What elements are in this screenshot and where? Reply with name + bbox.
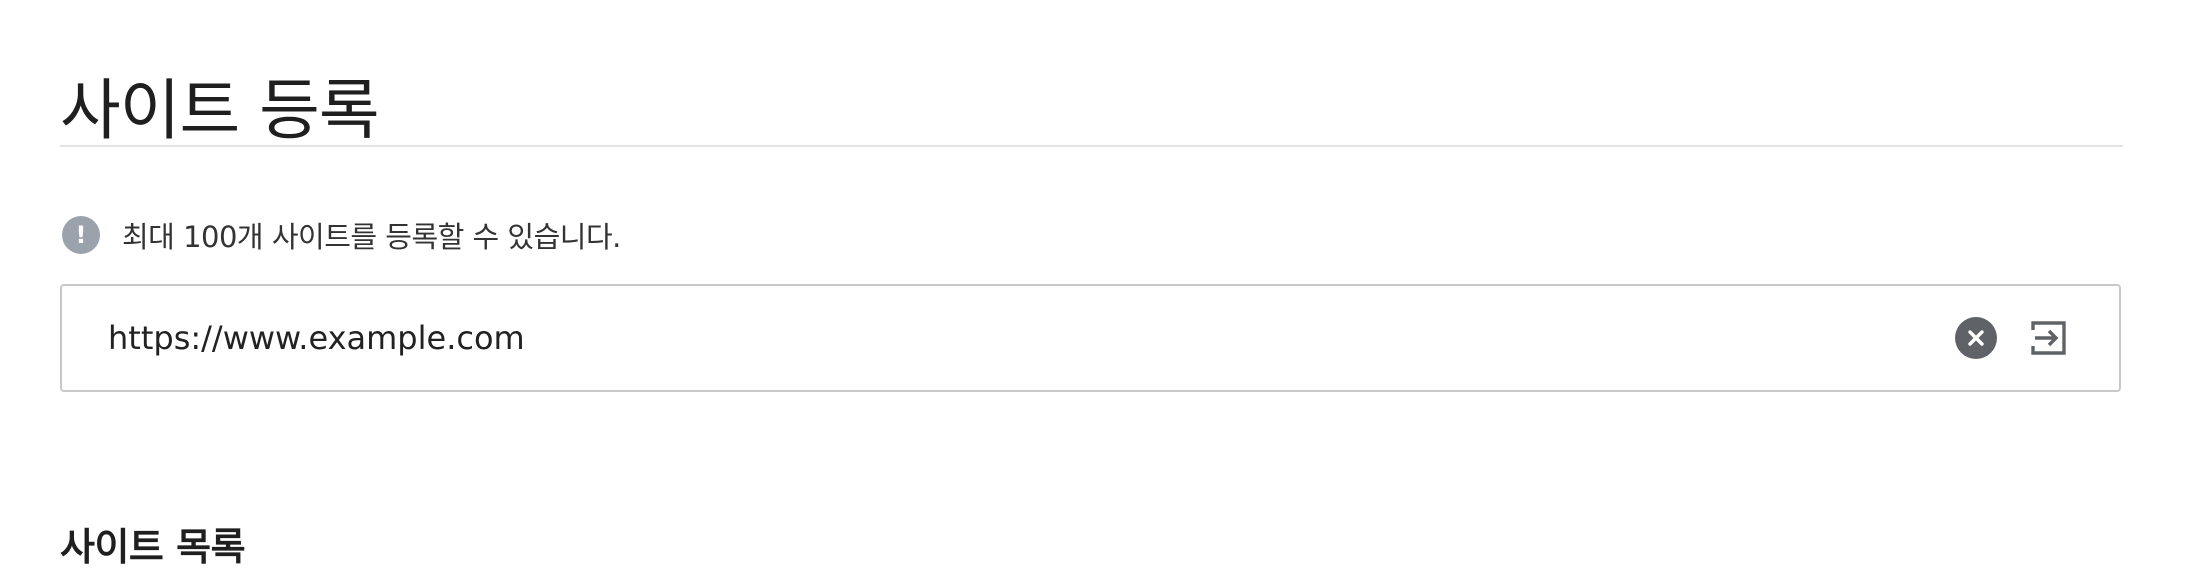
site-list-title: 사이트 목록 [60, 524, 246, 569]
url-input-box [60, 284, 2121, 392]
clear-input-button[interactable] [1955, 317, 1997, 359]
title-divider [60, 145, 2123, 147]
url-input[interactable] [62, 286, 1955, 390]
site-register-panel: 사이트 등록 ! 최대 100개 사이트를 등록할 수 있습니다. 사이트 목록 [60, 0, 2123, 569]
exclamation-icon: ! [62, 216, 100, 254]
limit-notice-text: 최대 100개 사이트를 등록할 수 있습니다. [122, 220, 621, 254]
close-icon [1968, 330, 1984, 346]
limit-notice: ! 최대 100개 사이트를 등록할 수 있습니다. [62, 214, 621, 256]
page-title: 사이트 등록 [60, 72, 380, 150]
submit-url-button[interactable] [2027, 316, 2071, 360]
enter-icon [2031, 321, 2066, 355]
